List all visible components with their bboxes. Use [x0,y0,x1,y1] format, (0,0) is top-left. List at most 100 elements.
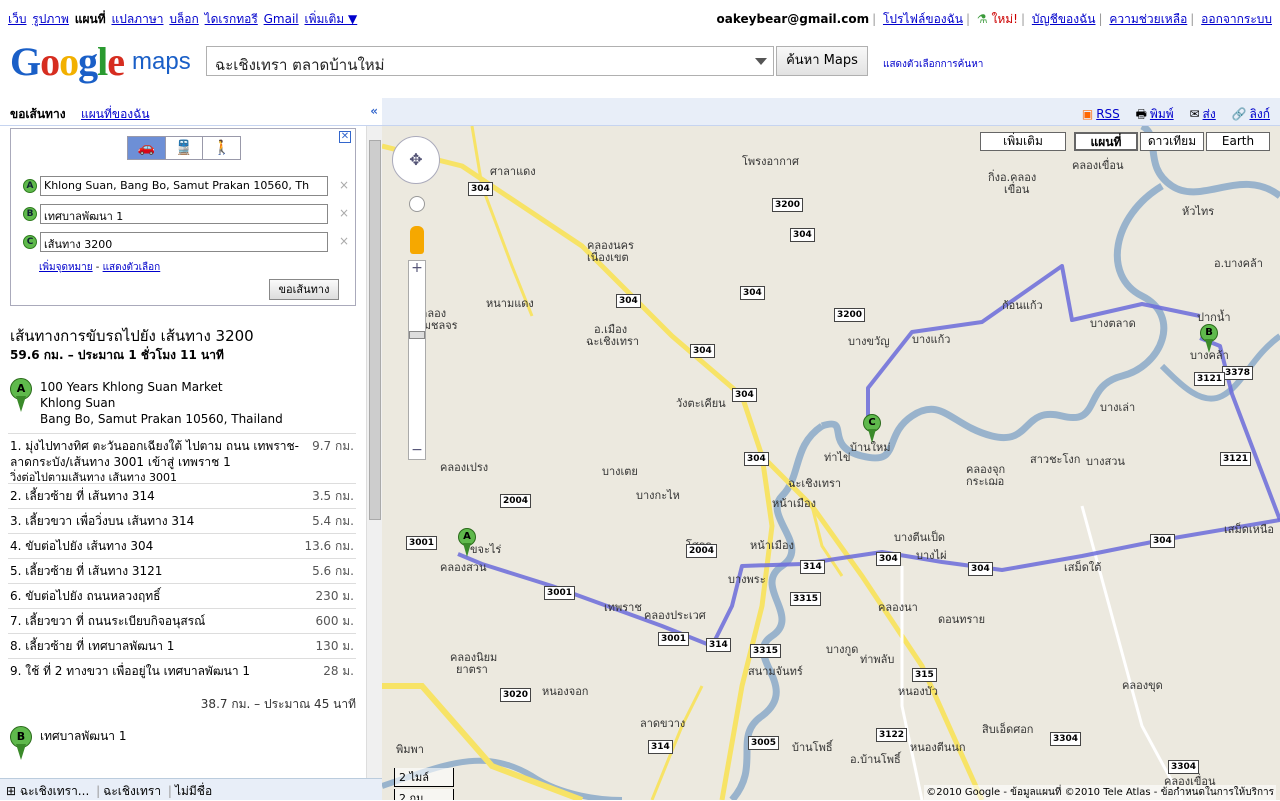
print-icon[interactable]: 🖶 [1136,107,1147,121]
scrollbar-thumb[interactable] [369,140,381,520]
road-shield: 314 [648,740,673,754]
search-input[interactable]: ฉะเชิงเทรา ตลาดบ้านใหม่ [206,46,774,76]
nav-directory[interactable]: ไดเรกทอรี [205,12,258,26]
place-label: บางขวัญ [848,335,890,348]
nav-images[interactable]: รูปภาพ [32,12,69,26]
step-row[interactable]: 5. เลี้ยวซ้าย ที่ เส้นทาง 3121 5.6 กม. [8,558,356,583]
zoom-out-icon[interactable]: − [409,443,425,459]
panel-scrollbar[interactable] [366,126,382,778]
close-icon[interactable]: ✕ [339,131,351,143]
pan-icon[interactable]: ✥ [392,136,440,184]
search-maps-button[interactable]: ค้นหา Maps [776,46,868,76]
step-row[interactable]: 1. มุ่งไปทางทิศ ตะวันออกเฉียงใต้ ไปตาม ถ… [8,433,356,484]
print-link[interactable]: พิมพ์ [1150,107,1174,121]
map-type-satellite[interactable]: ดาวเทียม [1140,132,1204,151]
waypoint-b: B เทศบาลพัฒนา 1 × [19,203,349,225]
pegman-icon[interactable] [410,226,424,254]
remove-icon[interactable]: × [339,234,349,248]
nav-blogs[interactable]: บล็อก [169,12,198,26]
expand-icon[interactable]: ⊞ [6,784,16,798]
map-toolbar: ▣ RSS 🖶 พิมพ์ ✉ ส่ง 🔗 ลิงก์ [382,98,1280,126]
step-row[interactable]: 2. เลี้ยวซ้าย ที่ เส้นทาง 314 3.5 กม. [8,483,356,508]
start-pin-icon[interactable]: A [10,378,32,414]
zoom-slider[interactable]: + − [408,260,426,460]
step-row[interactable]: 4. ขับต่อไปยัง เส้นทาง 304 13.6 กม. [8,533,356,558]
step-distance: 28 ม. [323,664,354,678]
tab-directions[interactable]: ขอเส้นทาง [10,105,66,124]
zoom-in-icon[interactable]: + [409,261,425,277]
road-shield: 3005 [748,736,780,750]
place-label: บางกูด [826,643,859,656]
account-link[interactable]: บัญชีของฉัน [1032,12,1096,26]
nav-translate[interactable]: แปลภาษา [111,12,163,26]
place-label: ศาลาแดง [490,165,536,178]
send-link[interactable]: ส่ง [1203,107,1216,121]
road-shield: 304 [740,286,765,300]
saved-item[interactable]: ฉะเชิงเทรา [103,784,161,798]
map-type-map[interactable]: แผนที่ [1074,132,1138,151]
place-label: หน้าเมือง [750,539,794,552]
route-line [866,264,1201,430]
map-canvas[interactable]: ศาลาแดง โพรงอากาศ คลองเขื่อน กิ่งอ.คลอง เขื่… [382,126,1280,800]
car-icon[interactable]: 🚗 [128,137,166,159]
place-label: เสม็ดเหนือ [1224,523,1275,536]
rss-icon[interactable]: ▣ [1082,107,1093,121]
place-label: คลองขุด [1122,679,1163,692]
zoom-slider-knob[interactable] [409,331,425,339]
profile-link[interactable]: โปรไฟล์ของฉัน [883,12,963,26]
map-pin-b-icon[interactable]: B [1200,324,1218,354]
show-options-link[interactable]: แสดงตัวเลือก [103,262,161,273]
place-label: บางตลาด [1090,317,1136,330]
map-type-earth[interactable]: Earth [1206,132,1270,151]
search-value: ฉะเชิงเทรา ตลาดบ้านใหม่ [215,56,385,74]
road-shield: 3315 [790,592,822,606]
dropdown-arrow-icon[interactable] [755,58,767,65]
remove-icon[interactable]: × [339,178,349,192]
road-shield: 3121 [1194,372,1226,386]
map-type-more[interactable]: เพิ่มเติม [980,132,1066,151]
rotate-icon[interactable] [409,196,425,212]
place-label: ท่าไข่ [824,451,851,464]
help-link[interactable]: ความช่วยเหลือ [1109,12,1187,26]
waypoint-b-input[interactable]: เทศบาลพัฒนา 1 [40,204,328,224]
google-maps-logo[interactable]: Google maps [10,42,191,82]
route-summary: 59.6 กม. – ประมาณ 1 ชั่วโมง 11 นาที [10,348,224,362]
place-label: กระเฌอ [966,475,1005,488]
travel-mode-selector: 🚗 🚆 🚶 [127,136,241,160]
step-row[interactable]: 6. ขับต่อไปยัง ถนนหลวงฤทธิ์ 230 ม. [8,583,356,608]
search-options-link[interactable]: แสดงตัวเลือกการค้นหา [883,57,983,72]
collapse-panel-icon[interactable]: « [370,104,378,118]
link-icon[interactable]: 🔗 [1232,107,1247,121]
remove-icon[interactable]: × [339,206,349,220]
end-pin-icon[interactable]: B [10,726,32,762]
step-row[interactable]: 9. ใช้ ที่ 2 ทางขวา เพื่ออยู่ใน เทศบาลพั… [8,658,356,683]
map-copyright[interactable]: ©2010 Google - ข้อมูลแผนที่ ©2010 Tele A… [924,785,1276,800]
saved-item[interactable]: ฉะเชิงเทรา... [20,784,89,798]
tab-my-maps[interactable]: แผนที่ของฉัน [81,105,150,124]
map-pin-c-icon[interactable]: C [863,414,881,444]
step-row[interactable]: 8. เลี้ยวซ้าย ที่ เทศบาลพัฒนา 1 130 ม. [8,633,356,658]
signout-link[interactable]: ออกจากระบบ [1201,12,1272,26]
mail-icon[interactable]: ✉ [1189,107,1199,121]
place-label: บางตีนเป็ด [894,531,946,544]
map-pin-a-icon[interactable]: A [458,528,476,558]
nav-maps[interactable]: แผนที่ [75,12,106,26]
waypoint-a-input[interactable]: Khlong Suan, Bang Bo, Samut Prakan 10560… [40,176,328,196]
rss-link[interactable]: RSS [1096,107,1120,121]
step-row[interactable]: 3. เลี้ยวขวา เพื่อวิ่งบน เส้นทาง 314 5.4 … [8,508,356,533]
add-destination-link[interactable]: เพิ่มจุดหมาย [39,262,93,273]
waypoint-c-input[interactable]: เส้นทาง 3200 [40,232,328,252]
link-link[interactable]: ลิงก์ [1250,107,1270,121]
transit-icon[interactable]: 🚆 [166,137,204,159]
nav-gmail[interactable]: Gmail [264,12,299,26]
place-label: พิมพา [396,743,424,756]
saved-item[interactable]: ไม่มีชื่อ [175,784,212,798]
road [1080,505,1184,800]
nav-web[interactable]: เว็บ [8,12,26,26]
step-distance: 5.4 กม. [312,514,354,528]
step-row[interactable]: 7. เลี้ยวขวา ที่ ถนนระเบียบกิจอนุสรณ์ 600… [8,608,356,633]
end-label: เทศบาลพัฒนา 1 [40,729,127,743]
nav-more[interactable]: เพิ่มเติม ▼ [304,12,357,26]
get-directions-button[interactable]: ขอเส้นทาง [269,279,339,300]
walk-icon[interactable]: 🚶 [203,137,240,159]
